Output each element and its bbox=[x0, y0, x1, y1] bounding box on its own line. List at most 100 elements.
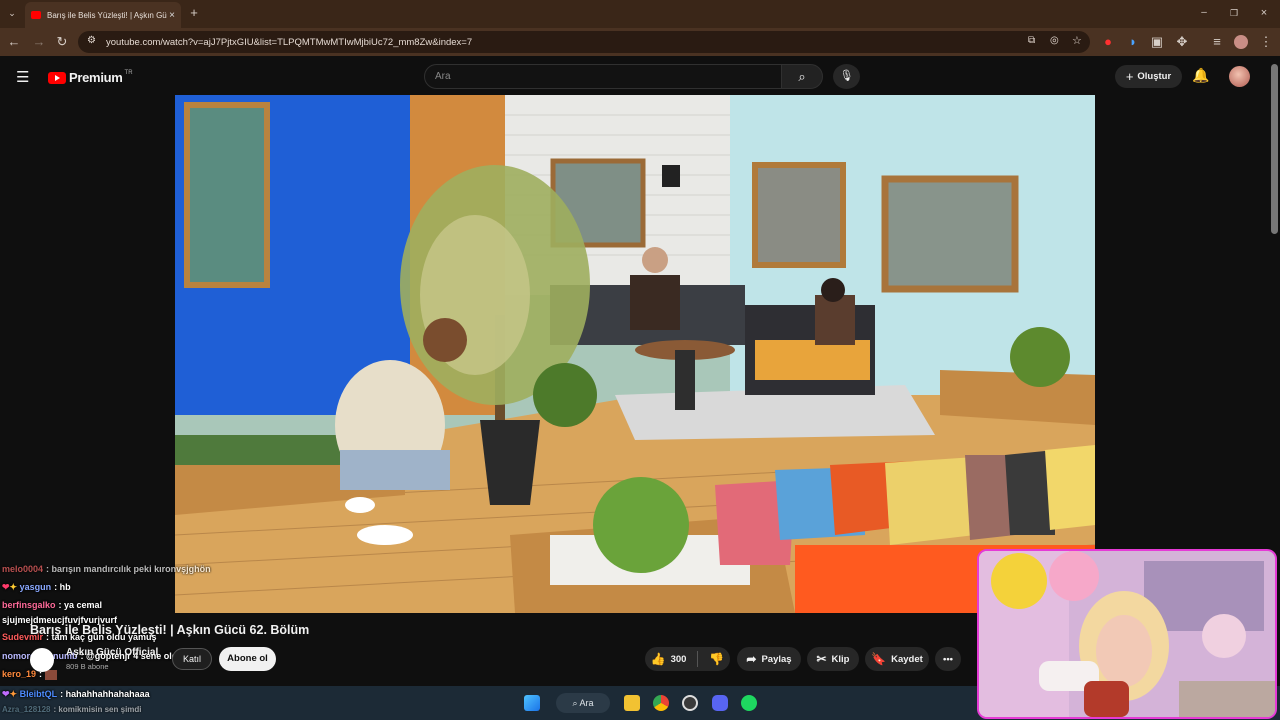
url-text: youtube.com/watch?v=ajJ7PjtxGIU&list=TLP… bbox=[106, 36, 473, 48]
windows-start-icon[interactable] bbox=[524, 695, 540, 711]
chat-user: kero_19 bbox=[2, 669, 37, 679]
back-arrow-icon[interactable]: ← bbox=[6, 34, 22, 50]
video-title: Barış ile Belis Yüzleşti! | Aşkın Gücü 6… bbox=[30, 623, 310, 637]
notifications-bell-icon[interactable]: 🔔 bbox=[1192, 67, 1209, 84]
more-actions-button[interactable]: ••• bbox=[935, 647, 961, 671]
chrome-icon[interactable] bbox=[653, 695, 669, 711]
more-dots-icon: ••• bbox=[943, 653, 953, 665]
github-icon[interactable] bbox=[682, 695, 698, 711]
chat-user: melo0004 bbox=[2, 564, 44, 574]
like-count: 300 bbox=[670, 653, 687, 665]
tab-title: Barış ile Belis Yüzleşti! | Aşkın Gü bbox=[47, 10, 167, 20]
chat-text: : hahahhahhahahaaa bbox=[60, 689, 150, 699]
taskbar-search-label: Ara bbox=[579, 698, 594, 708]
youtube-play-icon bbox=[48, 71, 66, 84]
thumbs-down-icon[interactable]: 👎 bbox=[709, 652, 724, 666]
logo-text: Premium bbox=[69, 70, 123, 85]
clip-button[interactable]: ✂ Klip bbox=[807, 647, 859, 671]
like-button[interactable]: 👍 300 bbox=[651, 652, 687, 666]
chat-user: BleibtQL bbox=[19, 689, 58, 699]
chat-message: Azra_128128: komikmisin sen şimdi bbox=[2, 705, 142, 714]
create-label: Oluştur bbox=[1137, 71, 1172, 82]
restore-icon[interactable]: ❐ bbox=[1226, 5, 1242, 21]
scissors-icon: ✂ bbox=[816, 652, 827, 666]
subscriber-count: 809 B abone bbox=[66, 662, 109, 671]
extension-dark-icon[interactable]: ▣ bbox=[1149, 34, 1165, 50]
divider bbox=[697, 651, 699, 667]
page-scrollbar[interactable] bbox=[1271, 64, 1278, 234]
channel-avatar[interactable] bbox=[30, 648, 54, 672]
eye-off-icon[interactable]: ◎ bbox=[1050, 35, 1059, 46]
create-button[interactable]: + Oluştur bbox=[1115, 65, 1182, 88]
chat-text: : ya cemal bbox=[58, 600, 103, 610]
plus-icon: + bbox=[1125, 69, 1134, 84]
share-label: Paylaş bbox=[761, 653, 792, 665]
chat-text: : hb bbox=[54, 582, 71, 592]
video-player[interactable] bbox=[175, 95, 1095, 613]
window-close-icon[interactable]: × bbox=[1256, 5, 1272, 21]
clip-label: Klip bbox=[831, 653, 850, 665]
chat-message: melo0004: barışın mandırcılık peki kıron… bbox=[2, 564, 211, 574]
chat-text: : komikmisin sen şimdi bbox=[53, 705, 142, 714]
bookmark-icon: 🔖 bbox=[871, 652, 887, 666]
address-bar[interactable]: ⚙ youtube.com/watch?v=ajJ7PjtxGIU&list=T… bbox=[78, 31, 1090, 53]
chat-message: ❤✦ BleibtQL: hahahhahhahahaaa bbox=[2, 689, 150, 700]
discord-icon[interactable] bbox=[712, 695, 728, 711]
search-input[interactable]: Ara bbox=[424, 64, 782, 89]
file-explorer-icon[interactable] bbox=[624, 695, 640, 711]
new-tab-plus-icon[interactable]: + bbox=[186, 5, 202, 21]
chat-message: ❤✦ yasgun: hb bbox=[2, 582, 71, 593]
save-label: Kaydet bbox=[891, 653, 923, 665]
spotify-icon[interactable] bbox=[741, 695, 757, 711]
chat-message: berfinsgalko: ya cemal bbox=[2, 600, 102, 610]
browser-tab-bar: ⌄ Barış ile Belis Yüzleşti! | Aşkın Gü ×… bbox=[0, 0, 1280, 28]
thumbs-up-icon: 👍 bbox=[650, 652, 666, 666]
extension-blue-icon[interactable]: ◗ bbox=[1125, 34, 1141, 50]
browser-toolbar: ← → ↻ ⚙ youtube.com/watch?v=ajJ7PjtxGIU&… bbox=[0, 28, 1280, 56]
menu-kebab-icon[interactable]: ⋮ bbox=[1258, 34, 1274, 50]
search-button[interactable]: ⌕ bbox=[781, 64, 823, 89]
chat-user: berfinsgalko bbox=[2, 600, 56, 610]
webcam-overlay bbox=[977, 549, 1277, 719]
youtube-logo[interactable]: Premium TR bbox=[48, 70, 133, 85]
chat-text: : barışın mandırcılık peki kıronvşjghön bbox=[46, 564, 211, 574]
search-icon: ⌕ bbox=[798, 69, 806, 84]
site-info-icon[interactable]: ⚙ bbox=[87, 35, 96, 46]
user-avatar[interactable] bbox=[1229, 66, 1250, 87]
reload-icon[interactable]: ↻ bbox=[54, 34, 70, 50]
tab-list-chevron-icon[interactable]: ⌄ bbox=[4, 5, 20, 21]
badge-icon: ✦ bbox=[9, 582, 18, 592]
tab-close-icon[interactable]: × bbox=[169, 10, 175, 21]
extension-red-icon[interactable]: ● bbox=[1100, 34, 1116, 50]
badge-heart-icon: ❤ bbox=[2, 689, 10, 699]
minimize-icon[interactable]: – bbox=[1196, 5, 1212, 21]
profile-avatar-icon[interactable] bbox=[1234, 35, 1248, 49]
browser-tab-active[interactable]: Barış ile Belis Yüzleşti! | Aşkın Gü × bbox=[25, 2, 181, 28]
badge-icon: ✦ bbox=[9, 689, 18, 699]
search-icon: ⌕ bbox=[572, 698, 578, 708]
install-app-icon[interactable]: ⧉ bbox=[1028, 35, 1035, 46]
webcam-frame bbox=[979, 551, 1275, 717]
voice-search-button[interactable]: 🎙 bbox=[833, 64, 860, 89]
share-button[interactable]: ➦ Paylaş bbox=[737, 647, 801, 671]
taskbar-search[interactable]: ⌕ Ara bbox=[556, 693, 610, 713]
chat-message: kero_19: bbox=[2, 669, 57, 680]
media-control-icon[interactable]: ≡ bbox=[1209, 34, 1225, 50]
share-arrow-icon: ➦ bbox=[746, 652, 757, 666]
hamburger-menu-icon[interactable]: ☰ bbox=[16, 68, 29, 86]
extensions-puzzle-icon[interactable]: ✥ bbox=[1174, 34, 1190, 50]
forward-arrow-icon[interactable]: → bbox=[31, 34, 47, 50]
youtube-header: ☰ Premium TR Ara ⌕ 🎙 + Oluştur 🔔 bbox=[0, 56, 1280, 96]
channel-name[interactable]: Aşkın Gücü Official bbox=[66, 647, 158, 658]
badge-heart-icon: ❤ bbox=[2, 582, 10, 592]
video-frame bbox=[175, 95, 1095, 613]
chat-user: yasgun bbox=[19, 582, 52, 592]
bookmark-star-icon[interactable]: ☆ bbox=[1072, 34, 1082, 47]
join-button[interactable]: Katıl bbox=[172, 648, 212, 670]
subscribe-button[interactable]: Abone ol bbox=[219, 647, 276, 671]
country-code: TR bbox=[124, 69, 133, 76]
microphone-icon: 🎙 bbox=[839, 70, 854, 82]
youtube-favicon-icon bbox=[31, 11, 41, 19]
chat-user: Azra_128128 bbox=[2, 705, 51, 714]
save-button[interactable]: 🔖 Kaydet bbox=[865, 647, 929, 671]
